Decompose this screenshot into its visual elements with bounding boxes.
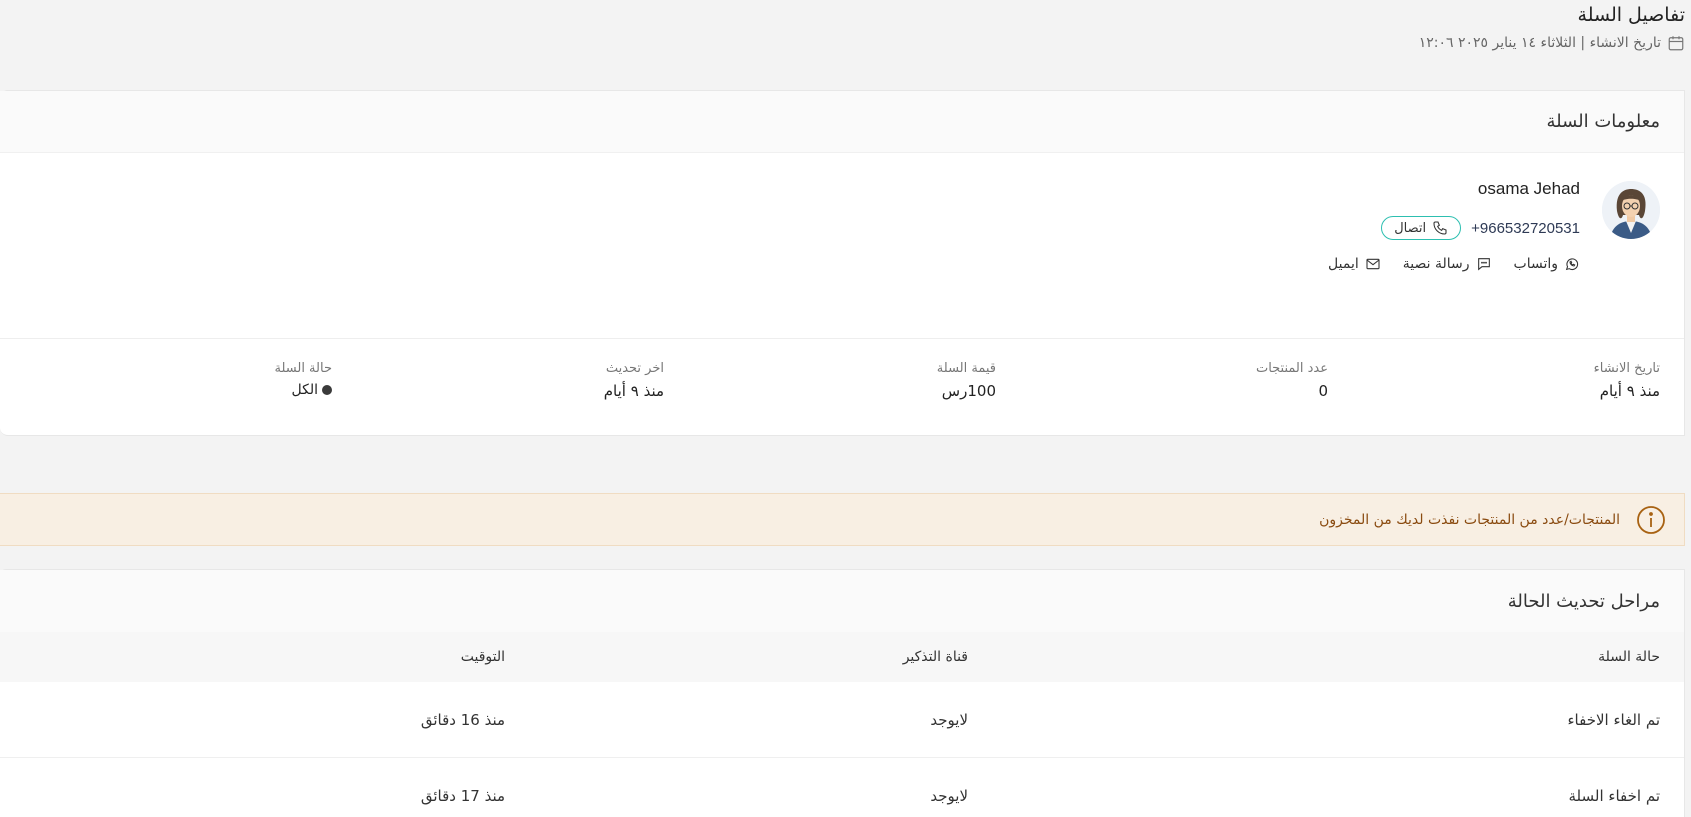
stat-created: تاريخ الانشاء منذ ٩ أيام (1594, 361, 1660, 400)
column-header: حالة السلة (1598, 649, 1660, 665)
row-time: منذ 16 دقائق (420, 710, 505, 729)
status-text: الكل (291, 382, 319, 398)
whatsapp-label: واتساب (1513, 256, 1558, 272)
cart-info-card: معلومات السلة osama Jehad +966532720531 (0, 90, 1685, 436)
phone-row: +966532720531 اتصال (1381, 216, 1580, 240)
status-dot-icon (322, 385, 332, 395)
row-channel: لايوجد (930, 786, 968, 805)
avatar-icon (1602, 181, 1660, 239)
message-icon (1477, 258, 1490, 271)
phone-icon (1433, 221, 1447, 235)
stat-value: منذ ٩ أيام (1599, 382, 1660, 400)
calendar-icon (1668, 36, 1684, 51)
row-time: منذ 17 دقائق (420, 786, 505, 805)
whatsapp-icon (1565, 258, 1579, 271)
created-date-row: تاريخ الانشاء | الثلاثاء ١٤ يناير ٢٠٢٥ ١… (1419, 34, 1685, 52)
whatsapp-link[interactable]: واتساب (1514, 256, 1580, 272)
created-date-text: تاريخ الانشاء | الثلاثاء ١٤ يناير ٢٠٢٥ ١… (1418, 35, 1661, 51)
stat-label: عدد المنتجات (1255, 361, 1328, 376)
stat-label: تاريخ الانشاء (1593, 361, 1660, 376)
customer-block: osama Jehad +966532720531 اتصال واتساب ر… (1328, 179, 1660, 272)
customer-phone: +966532720531 (1471, 219, 1580, 237)
stat-value: منذ ٩ أيام (603, 382, 664, 400)
out-of-stock-alert: المنتجات/عدد من المنتجات نفذت لديك من ال… (0, 493, 1685, 546)
row-status: تم الغاء الاخفاء (1567, 710, 1661, 729)
email-link[interactable]: ايميل (1328, 256, 1381, 272)
stat-cart-value: قيمة السلة 100رس (937, 361, 996, 400)
contact-links: واتساب رسالة نصية ايميل (1328, 256, 1580, 272)
stat-product-count: عدد المنتجات 0 (1256, 361, 1328, 400)
stat-cart-status: حالة السلة الكل (274, 361, 332, 398)
row-channel: لايوجد (930, 710, 968, 729)
status-badge: الكل (274, 382, 332, 398)
alert-text: المنتجات/عدد من المنتجات نفذت لديك من ال… (1319, 511, 1620, 528)
table-row: تم اخفاء السلة لايوجد منذ 17 دقائق (0, 758, 1684, 817)
page-title: تفاصيل السلة (1577, 4, 1685, 26)
sms-label: رسالة نصية (1402, 256, 1470, 272)
column-header: قناة التذكير (902, 649, 968, 665)
status-stages-title: مراحل تحديث الحالة (0, 570, 1684, 632)
call-button[interactable]: اتصال (1381, 216, 1462, 240)
customer-details: osama Jehad +966532720531 اتصال واتساب ر… (1328, 179, 1580, 272)
stat-label: حالة السلة (274, 361, 332, 376)
avatar (1602, 181, 1660, 239)
stat-value: 100رس (941, 382, 996, 400)
status-stages-card: مراحل تحديث الحالة حالة السلة قناة التذك… (0, 569, 1685, 817)
table-header: حالة السلة قناة التذكير التوقيت (0, 632, 1684, 682)
call-button-label: اتصال (1394, 220, 1427, 236)
stat-value: 0 (1318, 382, 1328, 400)
cart-info-title: معلومات السلة (0, 91, 1684, 153)
sms-link[interactable]: رسالة نصية (1403, 256, 1492, 272)
mail-icon (1366, 258, 1380, 270)
customer-name: osama Jehad (1477, 179, 1580, 198)
stat-label: اخر تحديث (605, 361, 664, 376)
stat-last-update: اخر تحديث منذ ٩ أيام (604, 361, 664, 400)
email-label: ايميل (1328, 256, 1359, 272)
column-header: التوقيت (460, 649, 505, 665)
stat-label: قيمة السلة (936, 361, 996, 376)
table-row: تم الغاء الاخفاء لايوجد منذ 16 دقائق (0, 682, 1684, 758)
cart-stats: تاريخ الانشاء منذ ٩ أيام عدد المنتجات 0 … (0, 338, 1684, 436)
info-icon (1637, 505, 1665, 534)
row-status: تم اخفاء السلة (1568, 786, 1660, 805)
